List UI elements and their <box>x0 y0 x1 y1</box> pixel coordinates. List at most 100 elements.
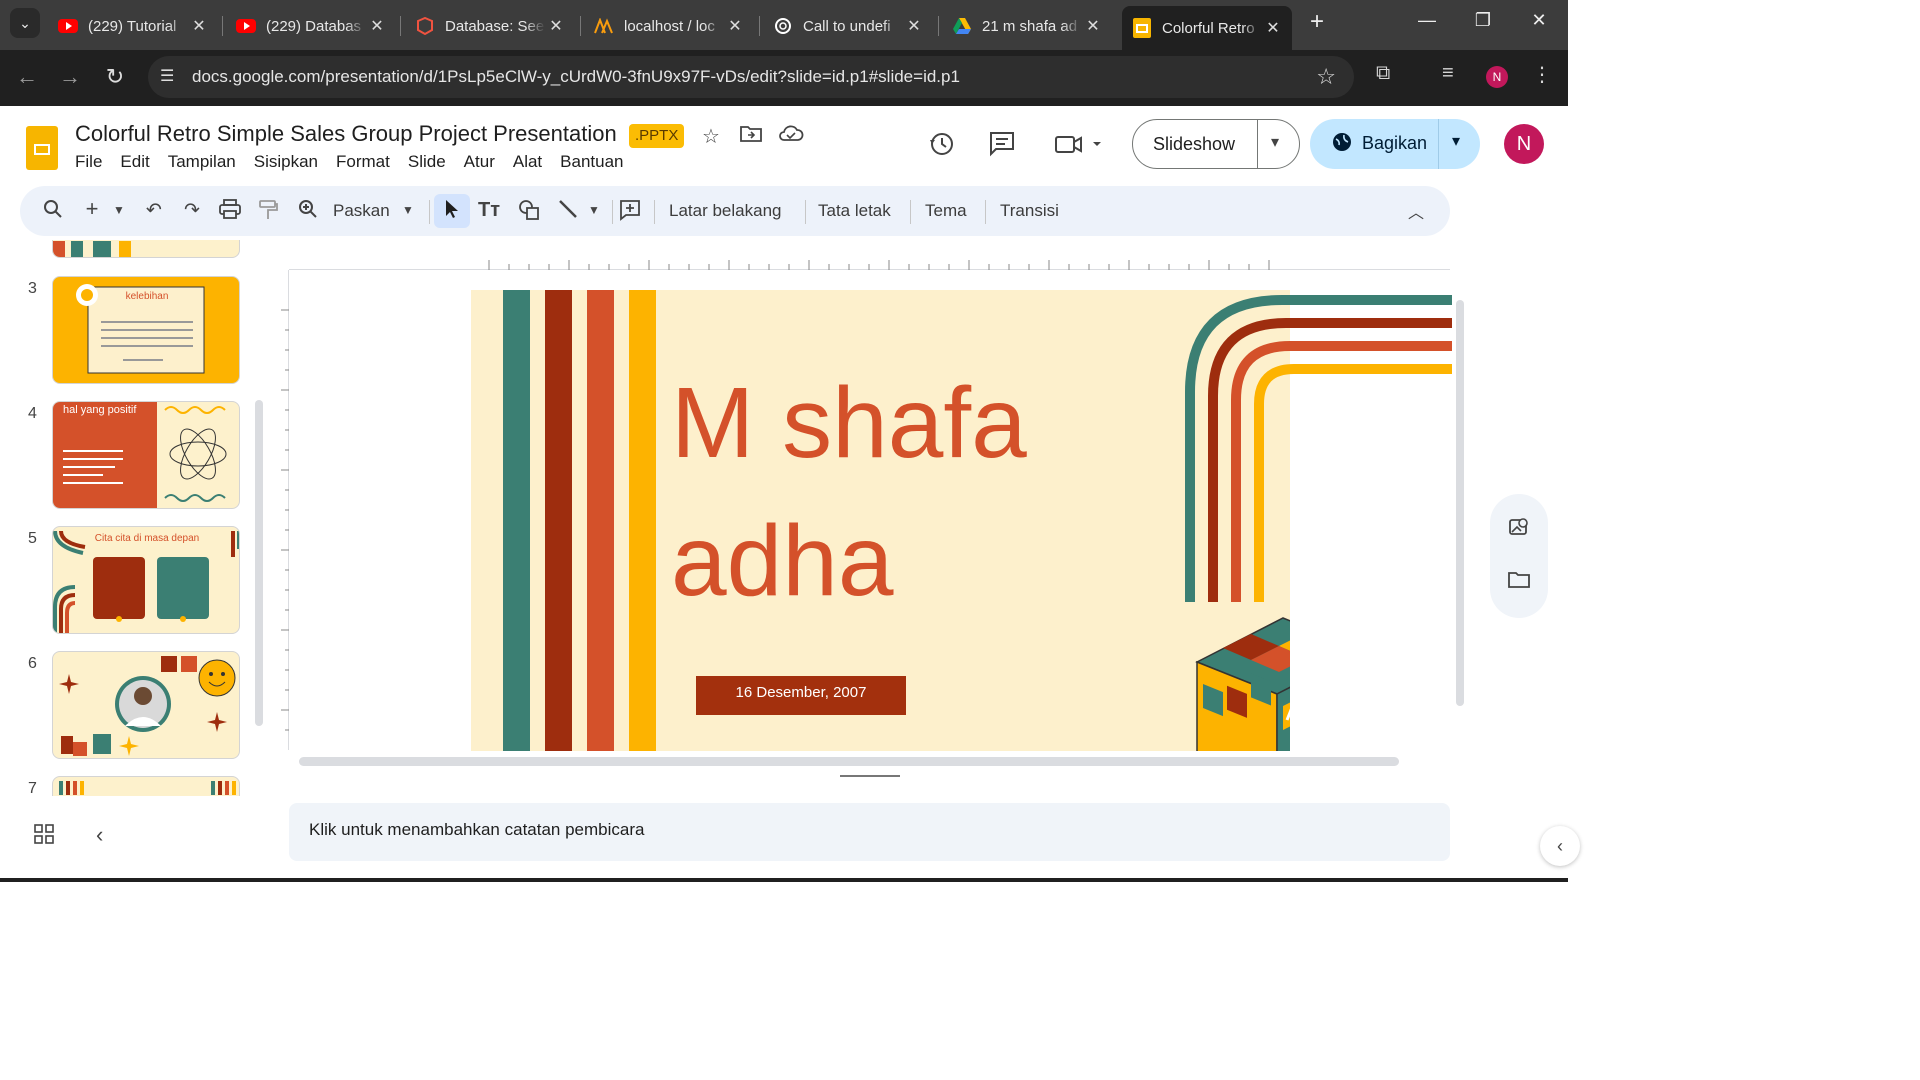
layout-button[interactable]: Tata letak <box>818 201 891 221</box>
search-menus-icon[interactable] <box>39 199 67 225</box>
notes-resize-handle[interactable] <box>840 775 900 777</box>
cloud-saved-icon[interactable] <box>778 124 804 148</box>
menu-edit[interactable]: Edit <box>120 152 149 172</box>
retro-arc-graphic[interactable] <box>1182 292 1452 612</box>
media-controls-icon[interactable]: ≡ <box>1442 62 1454 85</box>
drive-icon <box>952 16 972 36</box>
theme-button[interactable]: Tema <box>925 201 967 221</box>
chevron-down-icon[interactable]: ▾ <box>1271 132 1279 152</box>
menu-format[interactable]: Format <box>336 152 390 172</box>
minimize-icon[interactable]: — <box>1412 10 1442 31</box>
close-icon[interactable]: ✕ <box>1262 18 1284 38</box>
chevron-down-icon[interactable]: ▾ <box>1452 131 1460 151</box>
stripe-teal[interactable] <box>503 290 530 751</box>
background-button[interactable]: Latar belakang <box>669 201 781 221</box>
back-icon[interactable]: ← <box>12 64 42 90</box>
close-window-icon[interactable]: ✕ <box>1524 10 1554 31</box>
browser-menu-icon[interactable]: ⋮ <box>1532 62 1552 87</box>
close-icon[interactable]: ✕ <box>545 16 567 36</box>
close-icon[interactable]: ✕ <box>1082 16 1104 36</box>
shape-icon[interactable] <box>515 199 543 227</box>
slide-canvas[interactable]: M shafa adha 16 Desember, 2007 <box>471 290 1290 751</box>
zoom-icon[interactable] <box>294 199 322 225</box>
cursor-select-icon[interactable] <box>438 199 466 225</box>
browser-tab-7-active[interactable]: Colorful Retro ✕ <box>1122 6 1292 50</box>
slideshow-button[interactable]: Slideshow ▾ <box>1132 119 1300 169</box>
menu-view[interactable]: Tampilan <box>168 152 236 172</box>
browser-tab-5[interactable]: Call to undefi ✕ <box>763 8 933 44</box>
zoom-select[interactable]: Paskan <box>333 201 390 221</box>
canvas-horizontal-scrollbar[interactable] <box>299 757 1399 766</box>
close-icon[interactable]: ✕ <box>366 16 388 36</box>
canvas-vertical-scrollbar[interactable] <box>1456 300 1464 706</box>
browser-tab-6[interactable]: 21 m shafa ad ✕ <box>942 8 1112 44</box>
slide-thumbnail-4[interactable]: hal yang positif <box>52 401 240 509</box>
menu-tools[interactable]: Alat <box>513 152 542 172</box>
grid-view-icon[interactable] <box>34 824 54 850</box>
extensions-icon[interactable]: ⧉ <box>1376 62 1390 85</box>
menu-file[interactable]: File <box>75 152 102 172</box>
close-icon[interactable]: ✕ <box>724 16 746 36</box>
close-icon[interactable]: ✕ <box>903 16 925 36</box>
reload-icon[interactable]: ↻ <box>100 64 130 90</box>
menu-help[interactable]: Bantuan <box>560 152 623 172</box>
new-slide-icon[interactable]: + <box>78 196 106 222</box>
move-folder-icon[interactable] <box>740 124 762 148</box>
comments-icon[interactable] <box>988 130 1016 165</box>
line-icon[interactable] <box>554 199 582 225</box>
chevron-down-icon[interactable]: ▼ <box>394 203 422 217</box>
print-icon[interactable] <box>216 199 244 225</box>
stripe-maroon[interactable] <box>545 290 572 751</box>
browser-tab-1[interactable]: (229) Tutorial ✕ <box>48 8 218 44</box>
browser-tab-2[interactable]: (229) Databas ✕ <box>226 8 396 44</box>
new-tab-button[interactable]: + <box>1302 8 1332 36</box>
slide-thumbnail-3[interactable]: kelebihan <box>52 276 240 384</box>
slide-thumbnail-7[interactable] <box>52 776 240 796</box>
date-label[interactable]: 16 Desember, 2007 <box>696 676 906 715</box>
image-search-icon[interactable] <box>1508 516 1530 544</box>
stripe-orange[interactable] <box>587 290 614 751</box>
chevron-down-icon[interactable]: ▼ <box>580 203 608 217</box>
transition-button[interactable]: Transisi <box>1000 201 1059 221</box>
horizontal-ruler[interactable] <box>289 256 1450 270</box>
undo-icon[interactable]: ↶ <box>140 199 168 222</box>
url-bar[interactable]: ☰ docs.google.com/presentation/d/1PsLp5e… <box>148 56 1354 98</box>
redo-icon[interactable]: ↷ <box>178 199 206 222</box>
version-history-icon[interactable] <box>928 130 956 165</box>
folder-icon[interactable] <box>1508 570 1530 596</box>
speaker-notes[interactable]: Klik untuk menambahkan catatan pembicara <box>289 803 1450 861</box>
site-settings-icon[interactable]: ☰ <box>160 66 174 86</box>
chevron-down-icon[interactable]: ▼ <box>105 203 133 217</box>
menu-arrange[interactable]: Atur <box>464 152 495 172</box>
browser-tab-3[interactable]: Database: See ✕ <box>405 8 575 44</box>
slide-title-textbox[interactable]: M shafa adha <box>671 354 1027 630</box>
account-avatar[interactable]: N <box>1504 124 1544 164</box>
meet-camera-icon[interactable] <box>1054 130 1104 165</box>
menu-slide[interactable]: Slide <box>408 152 446 172</box>
slides-logo-icon[interactable] <box>26 126 58 170</box>
stripe-yellow[interactable] <box>629 290 656 751</box>
paint-format-icon[interactable] <box>254 199 282 227</box>
browser-profile-avatar[interactable]: N <box>1486 66 1508 88</box>
add-comment-icon[interactable] <box>616 199 644 227</box>
chevron-up-icon[interactable]: ︿ <box>1402 199 1430 223</box>
share-button[interactable]: Bagikan ▾ <box>1310 119 1480 169</box>
bookmark-star-icon[interactable]: ☆ <box>1316 64 1336 90</box>
slide-thumbnail-6[interactable] <box>52 651 240 759</box>
slide-thumbnail-5[interactable]: Cita cita di masa depan <box>52 526 240 634</box>
collapse-filmstrip-icon[interactable]: ‹ <box>96 822 103 848</box>
text-box-icon[interactable]: Tт <box>475 199 503 222</box>
expand-side-panel-button[interactable]: ‹ <box>1540 826 1580 866</box>
rubiks-cube-graphic[interactable] <box>1193 610 1290 751</box>
menu-insert[interactable]: Sisipkan <box>254 152 318 172</box>
restore-icon[interactable]: ❐ <box>1468 10 1498 31</box>
vertical-ruler[interactable] <box>277 270 289 750</box>
tab-search-button[interactable]: ⌄ <box>10 8 40 38</box>
star-icon[interactable]: ☆ <box>702 124 720 149</box>
forward-icon[interactable]: → <box>55 64 85 90</box>
browser-tab-4[interactable]: localhost / loc ✕ <box>584 8 754 44</box>
close-icon[interactable]: ✕ <box>188 16 210 36</box>
slide-thumbnail-2[interactable] <box>52 240 240 258</box>
document-title[interactable]: Colorful Retro Simple Sales Group Projec… <box>75 121 617 147</box>
filmstrip-scrollbar[interactable] <box>255 400 263 726</box>
